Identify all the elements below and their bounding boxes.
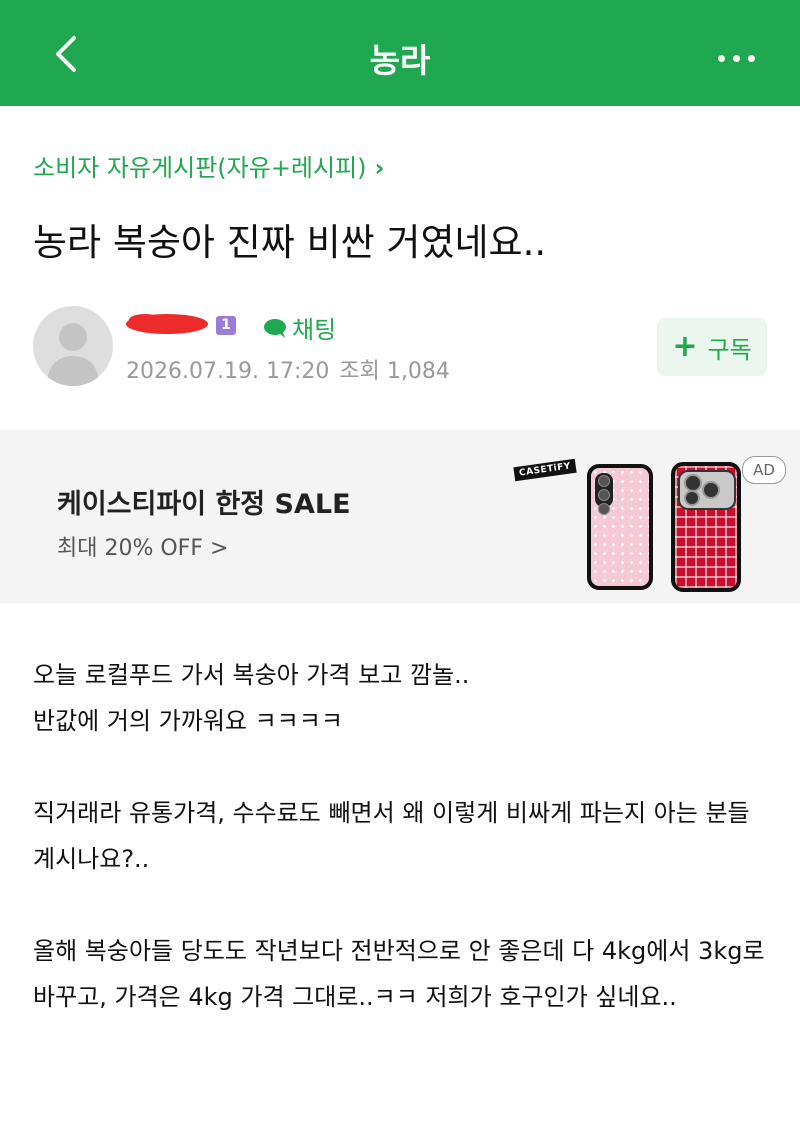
body-paragraph: 오늘 로컬푸드 가서 복숭아 가격 보고 깜놀.. 반값에 거의 가까워요 ㅋㅋ…	[33, 661, 470, 735]
post-body: 오늘 로컬푸드 가서 복숭아 가격 보고 깜놀.. 반값에 거의 가까워요 ㅋㅋ…	[33, 652, 773, 1020]
post-meta: 2026.07.19. 17:20 조회 1,084	[126, 353, 450, 385]
chat-bubble-icon	[264, 318, 286, 338]
ad-subtitle: 최대 20% OFF >	[57, 536, 229, 561]
board-breadcrumb[interactable]: 소비자 자유게시판(자유+레시피) ›	[33, 148, 384, 183]
more-horizontal-icon	[717, 54, 725, 62]
plus-icon: +	[672, 329, 698, 364]
more-options-button[interactable]	[708, 30, 764, 86]
chevron-right-icon: ›	[374, 154, 385, 182]
camera-module	[678, 470, 736, 510]
more-dot	[732, 54, 740, 62]
header-title: 농라	[369, 41, 431, 80]
body-paragraph: 직거래라 유통가격, 수수료도 빼면서 왜 이렇게 비싸게 파는지 아는 분들 …	[33, 799, 750, 873]
app-header: 농라	[0, 0, 800, 106]
ad-badge[interactable]: AD	[742, 456, 786, 484]
ad-brand-logo: CASETiFY	[513, 458, 577, 482]
chat-button[interactable]: 채팅	[262, 310, 336, 345]
user-silhouette-icon	[47, 323, 99, 386]
subscribe-button[interactable]: + 구독	[657, 318, 767, 376]
more-dot	[747, 54, 755, 62]
red-plaid-phone-case-image	[671, 462, 741, 592]
redacted-nickname	[126, 314, 208, 334]
subscribe-label: 구독	[707, 335, 752, 364]
board-name: 소비자 자유게시판(자유+레시피)	[33, 154, 367, 182]
view-count: 조회 1,084	[339, 359, 450, 384]
ad-title: 케이스티파이 한정 SALE	[57, 489, 351, 520]
body-paragraph: 올해 복숭아들 당도도 작년보다 전반적으로 안 좋은데 다 4kg에서 3kg…	[33, 937, 765, 1011]
chat-label: 채팅	[292, 316, 337, 344]
post-date: 2026.07.19. 17:20	[126, 359, 330, 384]
avatar[interactable]	[33, 306, 113, 386]
pink-phone-case-image	[587, 464, 653, 590]
ad-banner[interactable]: 케이스티파이 한정 SALE 최대 20% OFF > CASETiFY	[0, 430, 800, 603]
level-badge: 1	[216, 316, 236, 335]
post-title: 농라 복숭아 진짜 비싼 거였네요..	[33, 221, 547, 264]
camera-module	[595, 473, 613, 515]
